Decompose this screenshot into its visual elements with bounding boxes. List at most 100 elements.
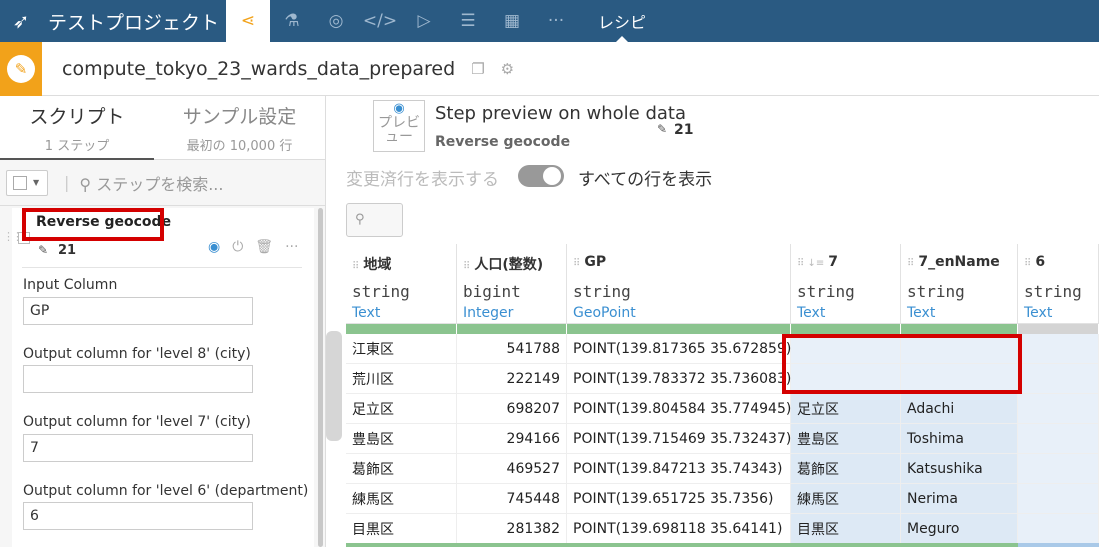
- table-cell[interactable]: 222149: [457, 364, 567, 394]
- table-search-input[interactable]: ⚲: [346, 203, 403, 237]
- table-cell[interactable]: Toshima: [901, 424, 1018, 454]
- column-validity-bar: [1018, 324, 1099, 334]
- table-cell[interactable]: POINT(139.783372 35.736083): [567, 364, 791, 394]
- table-cell[interactable]: [1018, 454, 1099, 484]
- select-all-dropdown[interactable]: ▼: [6, 169, 48, 196]
- tab-script[interactable]: スクリプト 1 ステップ: [0, 96, 154, 160]
- panel-splitter[interactable]: [326, 331, 342, 441]
- bottom-bar: [457, 543, 567, 547]
- table-cell[interactable]: 荒川区: [346, 364, 457, 394]
- table-cell[interactable]: 294166: [457, 424, 567, 454]
- table-cell[interactable]: 江東区: [346, 334, 457, 364]
- table-cell[interactable]: 281382: [457, 514, 567, 544]
- column-validity-bar: [346, 324, 457, 334]
- column-storage-type: string: [907, 282, 965, 301]
- eye-icon[interactable]: ◉: [208, 239, 220, 255]
- table-cell[interactable]: POINT(139.847213 35.74343): [567, 454, 791, 484]
- column-name: GP: [584, 254, 607, 270]
- column-meaning[interactable]: Text: [797, 305, 825, 321]
- table-cell[interactable]: Meguro: [901, 514, 1018, 544]
- level7-label: Output column for 'level 7' (city): [23, 414, 251, 430]
- table-cell[interactable]: 469527: [457, 454, 567, 484]
- settings-icon[interactable]: ⚙: [501, 60, 514, 78]
- notebook-icon[interactable]: ☰: [446, 0, 490, 42]
- table-cell[interactable]: 698207: [457, 394, 567, 424]
- recipe-name[interactable]: compute_tokyo_23_wards_data_prepared: [42, 58, 455, 80]
- preview-title: Step preview on whole data: [435, 103, 687, 124]
- column-meaning[interactable]: Text: [352, 305, 380, 321]
- column-meaning[interactable]: Text: [1024, 305, 1052, 321]
- column-header[interactable]: ⠿ 6 string Text: [1018, 244, 1099, 324]
- dashboard-icon[interactable]: ▦: [490, 0, 534, 42]
- step-card[interactable]: ⋮⋮ Reverse geocode ✎ 21 ◉ ⏻ 🗑 ··· Input …: [3, 208, 314, 552]
- table-cell[interactable]: 練馬区: [346, 484, 457, 514]
- input-column-field[interactable]: GP: [23, 297, 253, 325]
- preview-subtitle: Reverse geocode: [435, 134, 571, 150]
- level6-label: Output column for 'level 6' (department): [23, 483, 309, 499]
- code-icon[interactable]: </>: [358, 0, 402, 42]
- column-meaning[interactable]: Integer: [463, 305, 513, 321]
- table-cell[interactable]: POINT(139.804584 35.774945): [567, 394, 791, 424]
- table-cell[interactable]: 葛飾区: [346, 454, 457, 484]
- table-cell[interactable]: 745448: [457, 484, 567, 514]
- column-header[interactable]: ⠿ 人口(整数) bigint Integer: [457, 244, 567, 324]
- project-title[interactable]: テストプロジェクト: [42, 8, 226, 35]
- more-icon[interactable]: ···: [285, 239, 298, 255]
- highlight-box-empty-cells: [782, 334, 1022, 394]
- table-cell[interactable]: [1018, 514, 1099, 544]
- deploy-icon[interactable]: ◎: [314, 0, 358, 42]
- table-cell[interactable]: 足立区: [791, 394, 901, 424]
- more-icon[interactable]: ···: [534, 0, 578, 42]
- table-cell[interactable]: 目黒区: [791, 514, 901, 544]
- table-cell[interactable]: 豊島区: [346, 424, 457, 454]
- column-storage-type: string: [1024, 282, 1082, 301]
- column-meaning[interactable]: Text: [907, 305, 935, 321]
- table-cell[interactable]: [1018, 334, 1099, 364]
- level6-field[interactable]: 6: [23, 502, 253, 530]
- tab-sample[interactable]: サンプル設定 最初の 10,000 行: [154, 96, 325, 160]
- tab-script-sub: 1 ステップ: [44, 139, 110, 154]
- input-column-label: Input Column: [23, 277, 118, 293]
- copy-icon[interactable]: ❐: [471, 60, 484, 78]
- nav-recipe-tab[interactable]: レシピ: [578, 0, 666, 42]
- table-cell[interactable]: [1018, 484, 1099, 514]
- table-cell[interactable]: 足立区: [346, 394, 457, 424]
- table-cell[interactable]: 541788: [457, 334, 567, 364]
- changed-rows-label[interactable]: 変更済行を表示する: [346, 165, 499, 190]
- column-meaning[interactable]: GeoPoint: [573, 305, 636, 321]
- column-header[interactable]: ⠿ 7_enName string Text: [901, 244, 1018, 324]
- table-cell[interactable]: Nerima: [901, 484, 1018, 514]
- level7-field[interactable]: 7: [23, 434, 253, 462]
- power-icon[interactable]: ⏻: [232, 239, 243, 255]
- all-rows-label[interactable]: すべての行を表示: [578, 165, 712, 190]
- column-name: 7: [828, 254, 839, 270]
- table-cell[interactable]: 練馬区: [791, 484, 901, 514]
- table-cell[interactable]: [1018, 364, 1099, 394]
- left-scrollbar[interactable]: [318, 208, 323, 547]
- eye-icon: ◉: [393, 101, 405, 116]
- table-cell[interactable]: [1018, 424, 1099, 454]
- step-search-input[interactable]: ⚲ ステップを検索...: [79, 171, 223, 195]
- column-header[interactable]: ⠿ 地域 string Text: [346, 244, 457, 324]
- table-cell[interactable]: [1018, 394, 1099, 424]
- level8-field[interactable]: [23, 365, 253, 393]
- select-all-checkbox[interactable]: [13, 175, 27, 190]
- bird-logo-icon[interactable]: ➶: [0, 0, 42, 42]
- table-cell[interactable]: Adachi: [901, 394, 1018, 424]
- run-icon[interactable]: ▷: [402, 0, 446, 42]
- trash-icon[interactable]: 🗑: [255, 239, 273, 255]
- table-cell[interactable]: POINT(139.698118 35.64141): [567, 514, 791, 544]
- bottom-bar: [567, 543, 791, 547]
- table-cell[interactable]: 豊島区: [791, 424, 901, 454]
- table-cell[interactable]: 葛飾区: [791, 454, 901, 484]
- table-cell[interactable]: 目黒区: [346, 514, 457, 544]
- table-cell[interactable]: POINT(139.651725 35.7356): [567, 484, 791, 514]
- table-cell[interactable]: POINT(139.715469 35.732437): [567, 424, 791, 454]
- flow-icon[interactable]: ⋖: [226, 0, 270, 42]
- column-header[interactable]: ⠿ ↓≡ 7 string Text: [791, 244, 901, 324]
- lab-icon[interactable]: ⚗: [270, 0, 314, 42]
- column-header[interactable]: ⠿ GP string GeoPoint: [567, 244, 791, 324]
- rows-toggle[interactable]: [518, 165, 564, 187]
- table-cell[interactable]: POINT(139.817365 35.672859): [567, 334, 791, 364]
- table-cell[interactable]: Katsushika: [901, 454, 1018, 484]
